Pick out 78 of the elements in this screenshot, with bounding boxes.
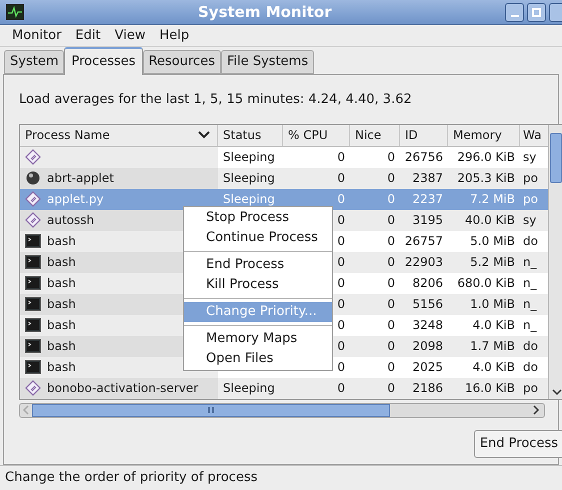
table-cell-text: do	[523, 338, 538, 355]
status-text: Change the order of priority of process	[5, 469, 258, 488]
table-cell-text: 0	[387, 191, 395, 208]
table-cell-text: 0	[337, 254, 345, 271]
table-cell-text: 2237	[412, 191, 443, 208]
table-cell-text: 0	[387, 338, 395, 355]
table-cell-text: 0	[387, 233, 395, 250]
table-cell-text: 0	[387, 296, 395, 313]
table-cell-text: 22903	[404, 254, 443, 271]
table-cell-text: 0	[387, 170, 395, 187]
table-cell-text: 0	[337, 359, 345, 376]
table-cell-text: 0	[387, 380, 395, 397]
table-cell-text: 3248	[412, 317, 443, 334]
table-cell-text: 7.2 MiB	[470, 191, 515, 208]
table-cell-text: 0	[337, 275, 345, 292]
process-name: bonobo-activation-server	[47, 380, 198, 397]
table-cell-text: 0	[337, 317, 345, 334]
table-cell-text: 2025	[412, 359, 443, 376]
table-cell-text: Sleeping	[223, 170, 275, 187]
process-name: applet.py	[47, 191, 104, 208]
table-cell-text: sy	[523, 212, 536, 229]
table-cell-text: 5.2 MiB	[470, 254, 515, 271]
table-cell-text: do	[523, 233, 538, 250]
table-cell-text: n_	[523, 254, 537, 271]
window-title: System Monitor	[198, 2, 332, 23]
table-cell-text: 0	[337, 149, 345, 166]
table-cell-text: 0	[337, 191, 345, 208]
table-cell-text: 0	[387, 254, 395, 271]
table-cell-text: 0	[387, 275, 395, 292]
table-cell-text: 680.0 KiB	[457, 275, 515, 292]
process-name: autossh	[47, 212, 94, 229]
table-cell-text: do	[523, 359, 538, 376]
table-cell-text: 26757	[404, 233, 443, 250]
table-cell-text: Sleeping	[223, 149, 275, 166]
table-cell-text: 5156	[412, 296, 443, 313]
table-cell-text: 0	[387, 212, 395, 229]
table-cell-text: n_	[523, 275, 537, 292]
table-cell-text: 296.0 KiB	[457, 149, 515, 166]
process-name: bash	[47, 275, 76, 292]
table-cell-text: 0	[337, 170, 345, 187]
process-name: bash	[47, 317, 76, 334]
table-cell-text: sy	[523, 149, 536, 166]
table-cell-text: 2186	[412, 380, 443, 397]
process-name: bash	[47, 338, 76, 355]
process-name: bash	[47, 296, 76, 313]
table-cell-text: 26756	[404, 149, 443, 166]
table-cell-text: 1.7 MiB	[470, 338, 515, 355]
process-name: bash	[47, 233, 76, 250]
table-cell-text: n_	[523, 317, 537, 334]
table-cell-text: po	[523, 170, 538, 187]
table-cell-text: 1.0 MiB	[470, 296, 515, 313]
table-cell-text: 0	[387, 149, 395, 166]
table-cell-text: 205.3 KiB	[457, 170, 515, 187]
table-cell-text: Sleeping	[223, 191, 275, 208]
table-cell-text: 40.0 KiB	[465, 212, 515, 229]
table-cell-text: 4.0 KiB	[472, 317, 515, 334]
table-cell-text: 0	[387, 359, 395, 376]
table-cell-text: 8206	[412, 275, 443, 292]
table-cell-text: Sleeping	[223, 380, 275, 397]
table-cell-text: 0	[337, 296, 345, 313]
load-averages-text: Load averages for the last 1, 5, 15 minutes: 4.24, 4.40, 3.62	[19, 91, 413, 109]
table-cell-text: 0	[387, 317, 395, 334]
table-cell-text: 0	[337, 212, 345, 229]
table-cell-text: 3195	[412, 212, 443, 229]
table-cell-text: n_	[523, 296, 537, 313]
process-name: bash	[47, 254, 76, 271]
table-cell-text: 0	[337, 233, 345, 250]
table-cell-text: 4.0 KiB	[472, 359, 515, 376]
table-cell-text: 5.0 MiB	[470, 233, 515, 250]
table-cell-text: 0	[337, 338, 345, 355]
process-name: abrt-applet	[47, 170, 114, 187]
process-name: bash	[47, 359, 76, 376]
table-cell-text: 16.0 KiB	[465, 380, 515, 397]
table-cell-text: po	[523, 191, 538, 208]
table-cell-text: 0	[337, 380, 345, 397]
table-cell-text: po	[523, 380, 538, 397]
table-cell-text: 2098	[412, 338, 443, 355]
table-cell-text: 2387	[412, 170, 443, 187]
